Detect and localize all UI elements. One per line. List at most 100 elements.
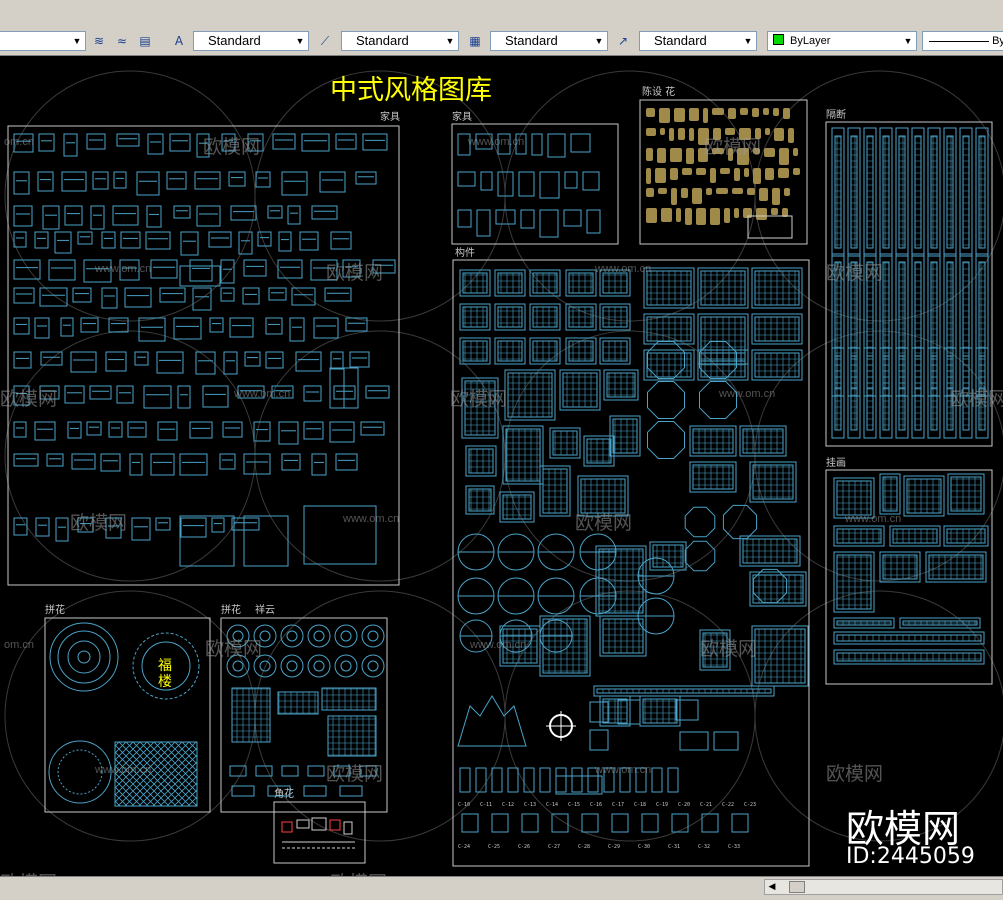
watermark-brand: 欧模网 <box>450 389 508 410</box>
code-label: C-21 <box>700 802 712 808</box>
watermark-brand: 欧模网 <box>0 389 58 410</box>
linetype-control-dropdown[interactable]: By <box>922 31 1003 51</box>
watermark-domain: www.om.cn <box>595 764 652 776</box>
code-label: C-23 <box>744 802 756 808</box>
styles-toolbar: ▼ ≋ ≈ ▤ A Standard ▼ ⟋ Standard ▼ ▦ Stan… <box>0 28 1003 56</box>
model-id-label: ID:2445059 <box>846 844 975 869</box>
code-label: C-15 <box>568 802 580 808</box>
label-corners: 角花 <box>274 787 294 800</box>
code-label: C-20 <box>678 802 690 808</box>
fu-character: 福 <box>158 658 172 674</box>
watermark-domain: www.om.cn <box>343 513 400 525</box>
chevron-down-icon: ▼ <box>295 36 305 46</box>
pattern-drawings <box>48 622 200 807</box>
code-label: C-14 <box>546 802 558 808</box>
code-label: C-13 <box>524 802 536 808</box>
lou-character: 楼 <box>158 674 172 690</box>
dimension-style-value: Standard <box>356 33 409 48</box>
watermark-domain-short: om.cn <box>4 136 34 148</box>
code-label: C-25 <box>488 844 500 850</box>
chevron-down-icon: ▼ <box>445 36 455 46</box>
watermark-brand: 欧模网 <box>704 137 762 158</box>
scrollbar-thumb[interactable] <box>789 881 805 893</box>
watermark-brand: 欧模网 <box>0 868 57 876</box>
scroll-left-icon[interactable]: ◀ <box>765 880 779 894</box>
furniture-drawings <box>13 133 396 567</box>
watermark-brand: 欧模网 <box>575 513 633 534</box>
cad-drawing: 中式风格图库 家具 家具 陈设 花 隔断 构件 挂画 拼花 拼花 祥云 角花 福… <box>4 70 1003 867</box>
watermark-brand: 欧模网 <box>826 764 884 785</box>
wall-hanging-drawings <box>833 473 989 665</box>
code-label: C-31 <box>668 844 680 850</box>
watermark-domain: www.om.cn <box>470 639 527 651</box>
linetype-preview <box>929 40 989 42</box>
linetype-control-value: By <box>992 35 1003 47</box>
watermark-brand: 欧模网 <box>205 639 263 660</box>
watermark-domain: www.om.cn <box>595 263 652 275</box>
code-label: C-26 <box>518 844 530 850</box>
multileader-style-value: Standard <box>654 33 707 48</box>
window-titlebar <box>0 0 1003 28</box>
watermark-domain: www.om.cn <box>95 764 152 776</box>
code-label: C-27 <box>548 844 560 850</box>
watermark-domain: www.om.cn <box>845 513 902 525</box>
multileader-style-icon[interactable]: ↗ <box>612 31 634 51</box>
code-label: C-32 <box>698 844 710 850</box>
label-furniture: 家具 <box>380 110 400 123</box>
code-label: C-12 <box>502 802 514 808</box>
color-control-dropdown[interactable]: ByLayer ▼ <box>767 31 917 51</box>
label-wall-hangings: 挂画 <box>826 456 846 469</box>
label-ornaments: 陈设 花 <box>642 85 675 98</box>
watermark-domain-short: om.cn <box>4 639 34 651</box>
workspace-dropdown[interactable]: ▼ <box>0 31 86 51</box>
code-label: C-16 <box>590 802 602 808</box>
status-bar: ◀ <box>0 876 1003 900</box>
code-label: C-28 <box>578 844 590 850</box>
dimension-style-icon[interactable]: ⟋ <box>314 31 336 51</box>
text-style-value: Standard <box>208 33 261 48</box>
code-label: C-19 <box>656 802 668 808</box>
code-label: C-24 <box>458 844 470 850</box>
watermark-brand: 欧模网 <box>326 764 384 785</box>
chevron-down-icon: ▼ <box>743 36 753 46</box>
code-label: C-17 <box>612 802 624 808</box>
label-patterns2: 拼花 <box>221 603 241 616</box>
table-style-value: Standard <box>505 33 558 48</box>
layer-state-icon[interactable]: ≈ <box>111 31 133 51</box>
corner-drawings <box>281 817 355 849</box>
layer-properties-icon[interactable]: ≋ <box>88 31 110 51</box>
table-style-dropdown[interactable]: Standard ▼ <box>490 31 608 51</box>
code-label: C-10 <box>458 802 470 808</box>
color-swatch-icon <box>773 34 784 45</box>
watermark-brand: 欧模网 <box>826 263 884 284</box>
code-label: C-29 <box>608 844 620 850</box>
chevron-down-icon: ▼ <box>594 36 604 46</box>
label-components: 构件 <box>455 246 475 259</box>
label-furniture2: 家具 <box>452 110 472 123</box>
watermark-brand: 欧模网 <box>70 513 128 534</box>
code-label: C-22 <box>722 802 734 808</box>
watermark-domain: www.om.cn <box>234 388 291 400</box>
watermark-domain: www.om.cn <box>719 388 776 400</box>
ornament-drawings <box>646 108 800 239</box>
chevron-down-icon: ▼ <box>72 36 82 46</box>
furniture2-drawings <box>457 133 601 238</box>
watermark-brand: 欧模网 <box>326 263 384 284</box>
code-label: C-33 <box>728 844 740 850</box>
dimension-style-dropdown[interactable]: Standard ▼ <box>341 31 459 51</box>
text-style-icon[interactable]: A <box>168 31 190 51</box>
watermark-brand: 欧模网 <box>203 137 261 158</box>
code-label: C-11 <box>480 802 492 808</box>
multileader-style-dropdown[interactable]: Standard ▼ <box>639 31 757 51</box>
drawing-canvas[interactable]: 中式风格图库 家具 家具 陈设 花 隔断 构件 挂画 拼花 拼花 祥云 角花 福… <box>0 56 1003 876</box>
horizontal-scrollbar[interactable]: ◀ <box>764 879 1003 895</box>
cursor-marker <box>546 711 576 741</box>
watermark-domain: www.om.cn <box>468 136 525 148</box>
text-style-dropdown[interactable]: Standard ▼ <box>193 31 309 51</box>
label-clouds: 祥云 <box>255 603 275 616</box>
layer-previous-icon[interactable]: ▤ <box>134 31 156 51</box>
watermark-brand: 欧模网 <box>950 389 1003 410</box>
code-label: C-30 <box>638 844 650 850</box>
table-style-icon[interactable]: ▦ <box>464 31 486 51</box>
watermark-brand: 欧模网 <box>330 868 387 876</box>
